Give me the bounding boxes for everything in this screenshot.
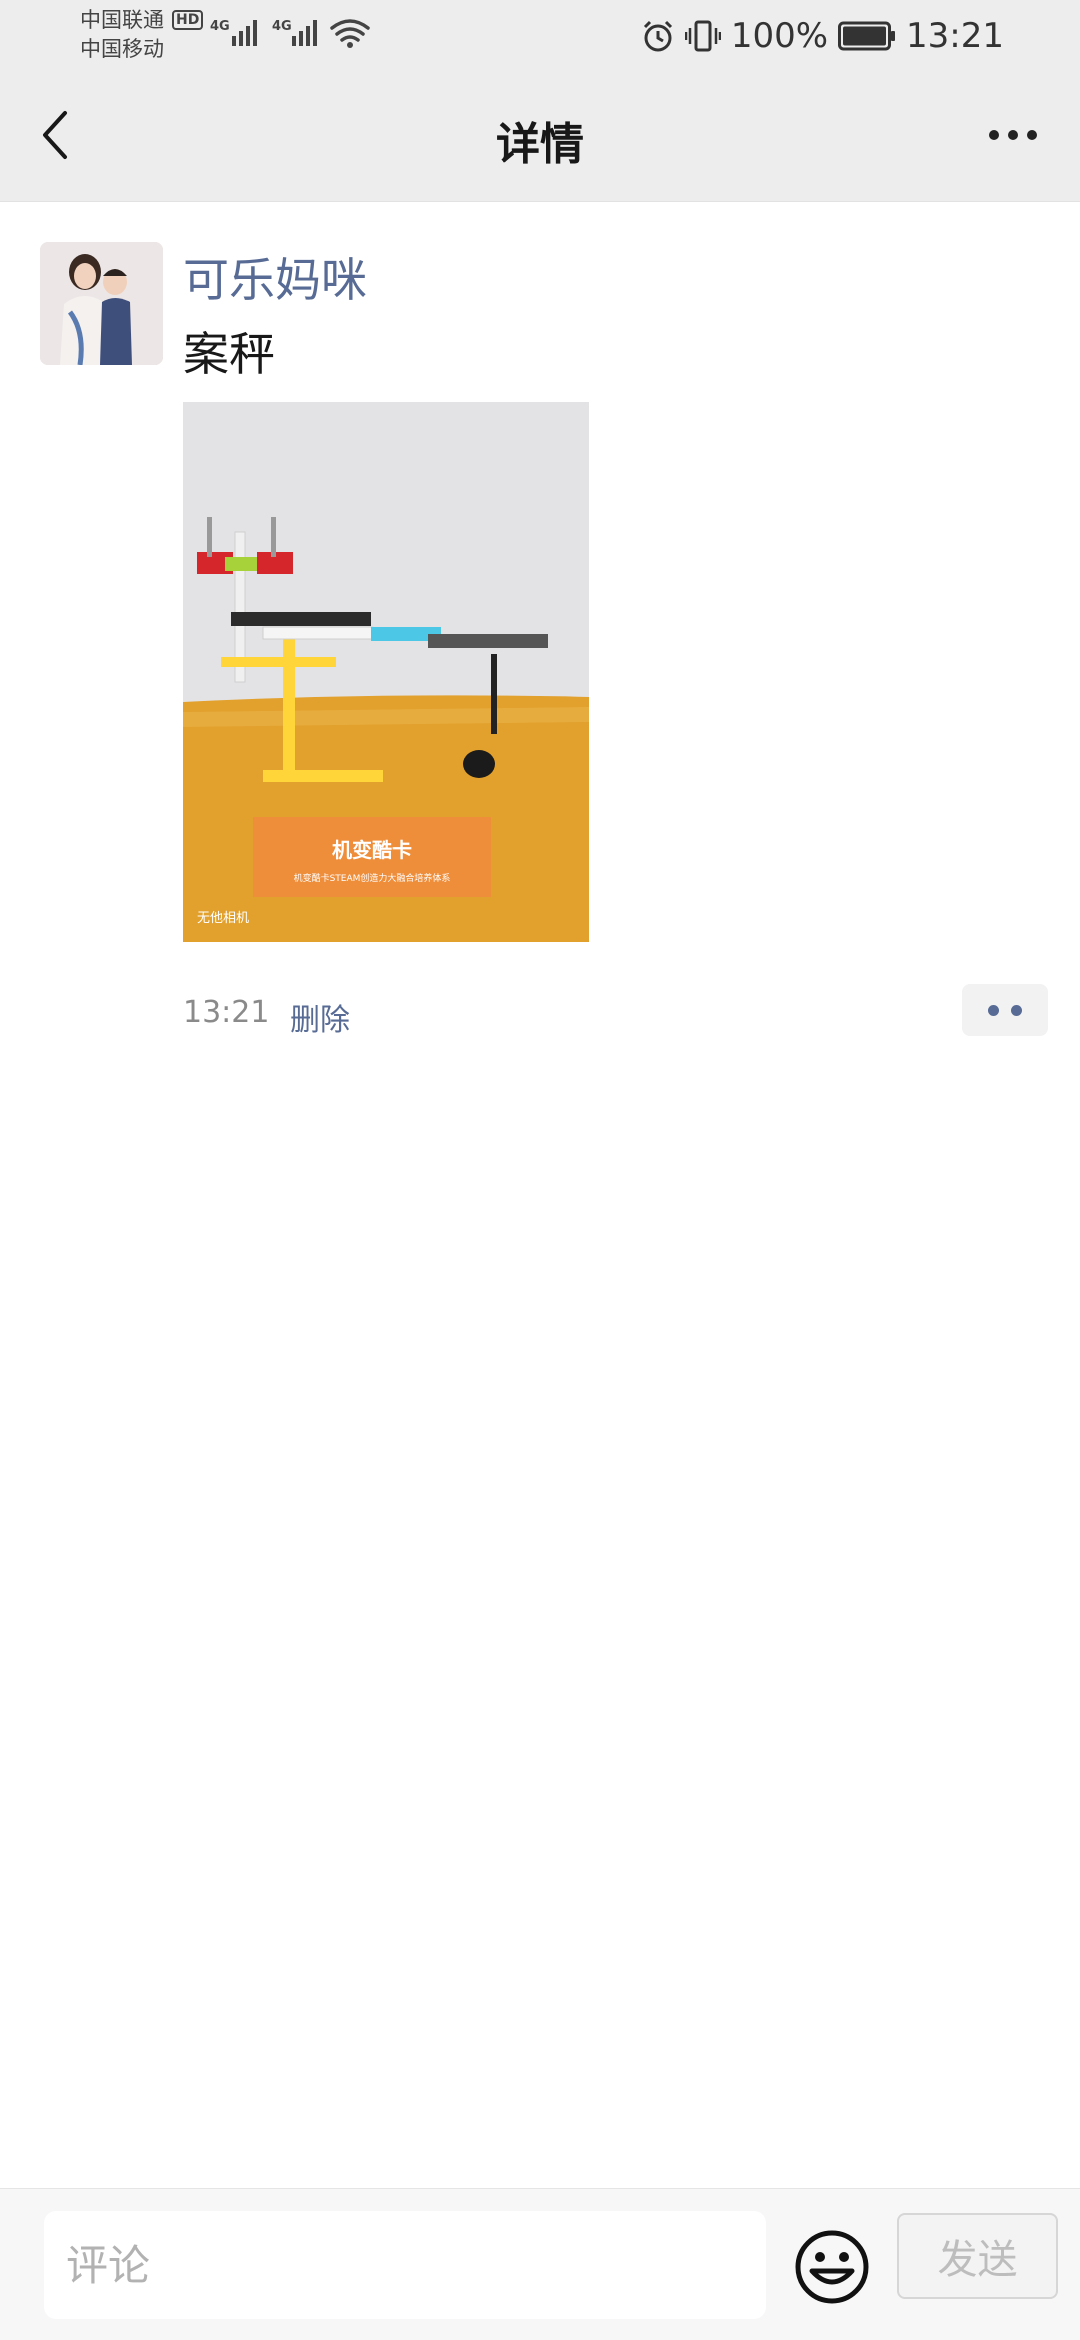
- comment-input[interactable]: [44, 2211, 766, 2319]
- vibrate-icon: [684, 20, 721, 52]
- send-button[interactable]: 发送: [897, 2213, 1058, 2299]
- carrier-info: 中国联通 中国移动: [80, 6, 164, 64]
- wifi-icon: [330, 19, 370, 42]
- emoji-button[interactable]: [792, 2227, 872, 2307]
- sign-subtitle: 机变酷卡STEAM创造力大融合培养体系: [294, 872, 451, 884]
- post-photo[interactable]: 机变酷卡 机变酷卡STEAM创造力大融合培养体系 无他相机: [183, 402, 589, 942]
- status-time: 13:21: [906, 16, 1004, 56]
- more-button[interactable]: [968, 100, 1058, 170]
- more-icon-dot: [1027, 130, 1037, 140]
- comment-bar: 发送: [0, 2188, 1080, 2340]
- status-right: 100% 13:21: [641, 14, 1004, 58]
- photo-watermark: 无他相机: [197, 911, 249, 926]
- nav-bar: 详情: [0, 72, 1080, 202]
- carrier-1: 中国联通: [80, 8, 164, 32]
- smiley-icon: [795, 2230, 869, 2304]
- alarm-icon: [643, 20, 672, 52]
- avatar-image: [40, 242, 163, 365]
- status-bar: 中国联通 中国移动 HD 4G 4G 100% 13:21: [0, 0, 1080, 72]
- battery-percent: 100%: [730, 16, 829, 56]
- more-icon: [989, 130, 999, 140]
- post-time: 13:21: [183, 995, 270, 1030]
- network-2: 4G: [272, 19, 292, 34]
- post-text: 案秤: [183, 327, 275, 381]
- page-title: 详情: [496, 119, 584, 170]
- sign-title: 机变酷卡: [332, 838, 412, 862]
- signal-icon: 4G 4G: [210, 19, 370, 48]
- network-1: 4G: [210, 19, 230, 34]
- battery-icon: [838, 21, 896, 51]
- more-dots-icon: [988, 1004, 999, 1016]
- like-comment-button[interactable]: [962, 984, 1048, 1036]
- avatar[interactable]: [40, 242, 163, 365]
- more-icon-dot: [1008, 130, 1018, 140]
- delete-link[interactable]: 删除: [290, 995, 350, 1039]
- author-name[interactable]: 可乐妈咪: [183, 244, 367, 310]
- hd-badge: HD: [172, 10, 204, 30]
- carrier-2: 中国移动: [80, 37, 164, 61]
- more-dots-icon-dot: [1011, 1004, 1022, 1016]
- lego-scale-photo: 机变酷卡 机变酷卡STEAM创造力大融合培养体系 无他相机: [183, 402, 589, 942]
